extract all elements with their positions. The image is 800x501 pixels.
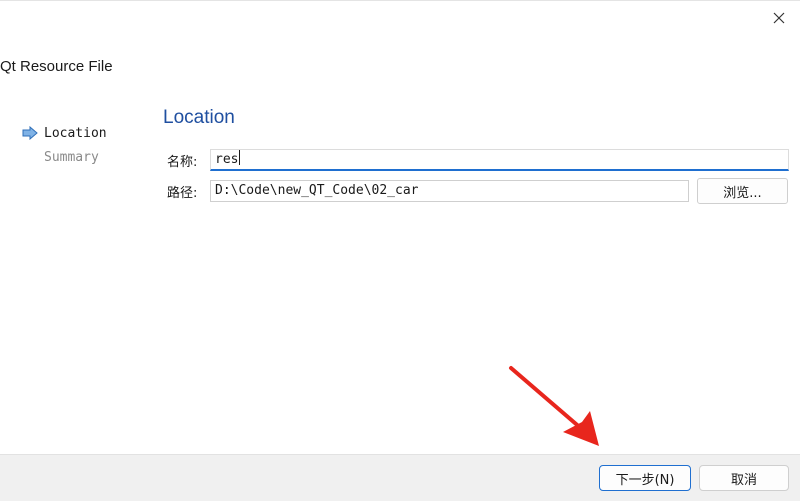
dialog-footer: 下一步(N) 取消 (0, 454, 800, 501)
name-input-value: res (215, 152, 239, 167)
name-label: 名称: (167, 155, 198, 170)
cancel-button[interactable]: 取消 (699, 465, 789, 491)
path-label: 路径: (167, 186, 198, 201)
close-icon (773, 12, 785, 24)
step-label: Summary (44, 150, 99, 165)
page-title: Location (163, 107, 235, 128)
name-input[interactable]: res (210, 149, 789, 171)
step-label: Location (44, 126, 107, 141)
next-button[interactable]: 下一步(N) (599, 465, 691, 491)
arrow-right-icon (22, 125, 38, 144)
window-top-edge (0, 0, 800, 1)
red-arrow-annotation (509, 366, 599, 446)
path-input-value: D:\Code\new_QT_Code\02_car (215, 183, 419, 198)
browse-button[interactable]: 浏览... (697, 178, 788, 204)
path-input[interactable]: D:\Code\new_QT_Code\02_car (210, 180, 689, 202)
text-caret (239, 150, 241, 165)
close-button[interactable] (764, 4, 794, 32)
wizard-title: Qt Resource File (0, 58, 113, 75)
